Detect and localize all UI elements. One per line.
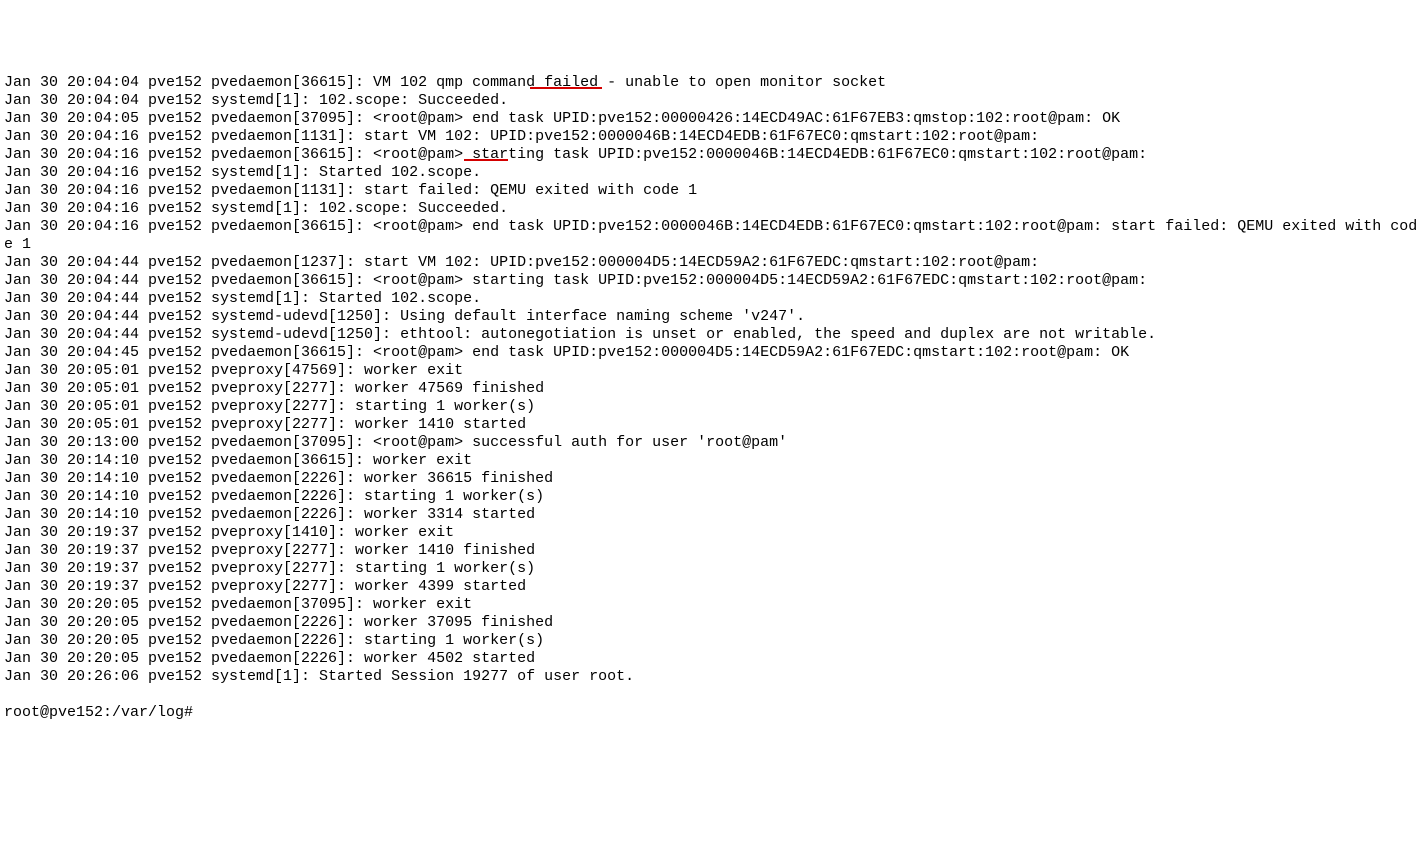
log-line: Jan 30 20:04:16 pve152 pvedaemon[36615]:… — [4, 218, 1418, 254]
log-line: Jan 30 20:05:01 pve152 pveproxy[2277]: s… — [4, 398, 1418, 416]
log-line: Jan 30 20:05:01 pve152 pveproxy[47569]: … — [4, 362, 1418, 380]
log-line: Jan 30 20:04:16 pve152 systemd[1]: Start… — [4, 164, 1418, 182]
log-line: Jan 30 20:14:10 pve152 pvedaemon[2226]: … — [4, 488, 1418, 506]
log-line: Jan 30 20:04:04 pve152 pvedaemon[36615]:… — [4, 74, 1418, 92]
log-line: Jan 30 20:04:04 pve152 systemd[1]: 102.s… — [4, 92, 1418, 110]
log-line: Jan 30 20:04:44 pve152 systemd-udevd[125… — [4, 326, 1418, 344]
shell-prompt[interactable]: root@pve152:/var/log# — [4, 704, 1418, 722]
log-line: Jan 30 20:26:06 pve152 systemd[1]: Start… — [4, 668, 1418, 686]
log-line: Jan 30 20:04:44 pve152 pvedaemon[36615]:… — [4, 272, 1418, 290]
log-line: Jan 30 20:20:05 pve152 pvedaemon[2226]: … — [4, 650, 1418, 668]
log-line: Jan 30 20:19:37 pve152 pveproxy[2277]: s… — [4, 560, 1418, 578]
log-line: Jan 30 20:04:44 pve152 pvedaemon[1237]: … — [4, 254, 1418, 272]
terminal-log-output: Jan 30 20:04:04 pve152 pvedaemon[36615]:… — [4, 74, 1418, 686]
log-line: Jan 30 20:04:16 pve152 pvedaemon[36615]:… — [4, 146, 1418, 164]
log-line: Jan 30 20:20:05 pve152 pvedaemon[2226]: … — [4, 632, 1418, 650]
log-line: Jan 30 20:14:10 pve152 pvedaemon[2226]: … — [4, 470, 1418, 488]
log-line: Jan 30 20:05:01 pve152 pveproxy[2277]: w… — [4, 380, 1418, 398]
log-line: Jan 30 20:04:44 pve152 systemd[1]: Start… — [4, 290, 1418, 308]
log-line: Jan 30 20:04:16 pve152 systemd[1]: 102.s… — [4, 200, 1418, 218]
log-line: Jan 30 20:04:16 pve152 pvedaemon[1131]: … — [4, 128, 1418, 146]
log-line: Jan 30 20:20:05 pve152 pvedaemon[2226]: … — [4, 614, 1418, 632]
log-line: Jan 30 20:14:10 pve152 pvedaemon[36615]:… — [4, 452, 1418, 470]
log-line: Jan 30 20:14:10 pve152 pvedaemon[2226]: … — [4, 506, 1418, 524]
log-line: Jan 30 20:05:01 pve152 pveproxy[2277]: w… — [4, 416, 1418, 434]
log-line: Jan 30 20:04:45 pve152 pvedaemon[36615]:… — [4, 344, 1418, 362]
log-line: Jan 30 20:04:44 pve152 systemd-udevd[125… — [4, 308, 1418, 326]
log-line: Jan 30 20:20:05 pve152 pvedaemon[37095]:… — [4, 596, 1418, 614]
log-line: Jan 30 20:19:37 pve152 pveproxy[1410]: w… — [4, 524, 1418, 542]
log-line: Jan 30 20:19:37 pve152 pveproxy[2277]: w… — [4, 578, 1418, 596]
log-line: Jan 30 20:04:16 pve152 pvedaemon[1131]: … — [4, 182, 1418, 200]
log-line: Jan 30 20:19:37 pve152 pveproxy[2277]: w… — [4, 542, 1418, 560]
log-line: Jan 30 20:13:00 pve152 pvedaemon[37095]:… — [4, 434, 1418, 452]
log-line: Jan 30 20:04:05 pve152 pvedaemon[37095]:… — [4, 110, 1418, 128]
